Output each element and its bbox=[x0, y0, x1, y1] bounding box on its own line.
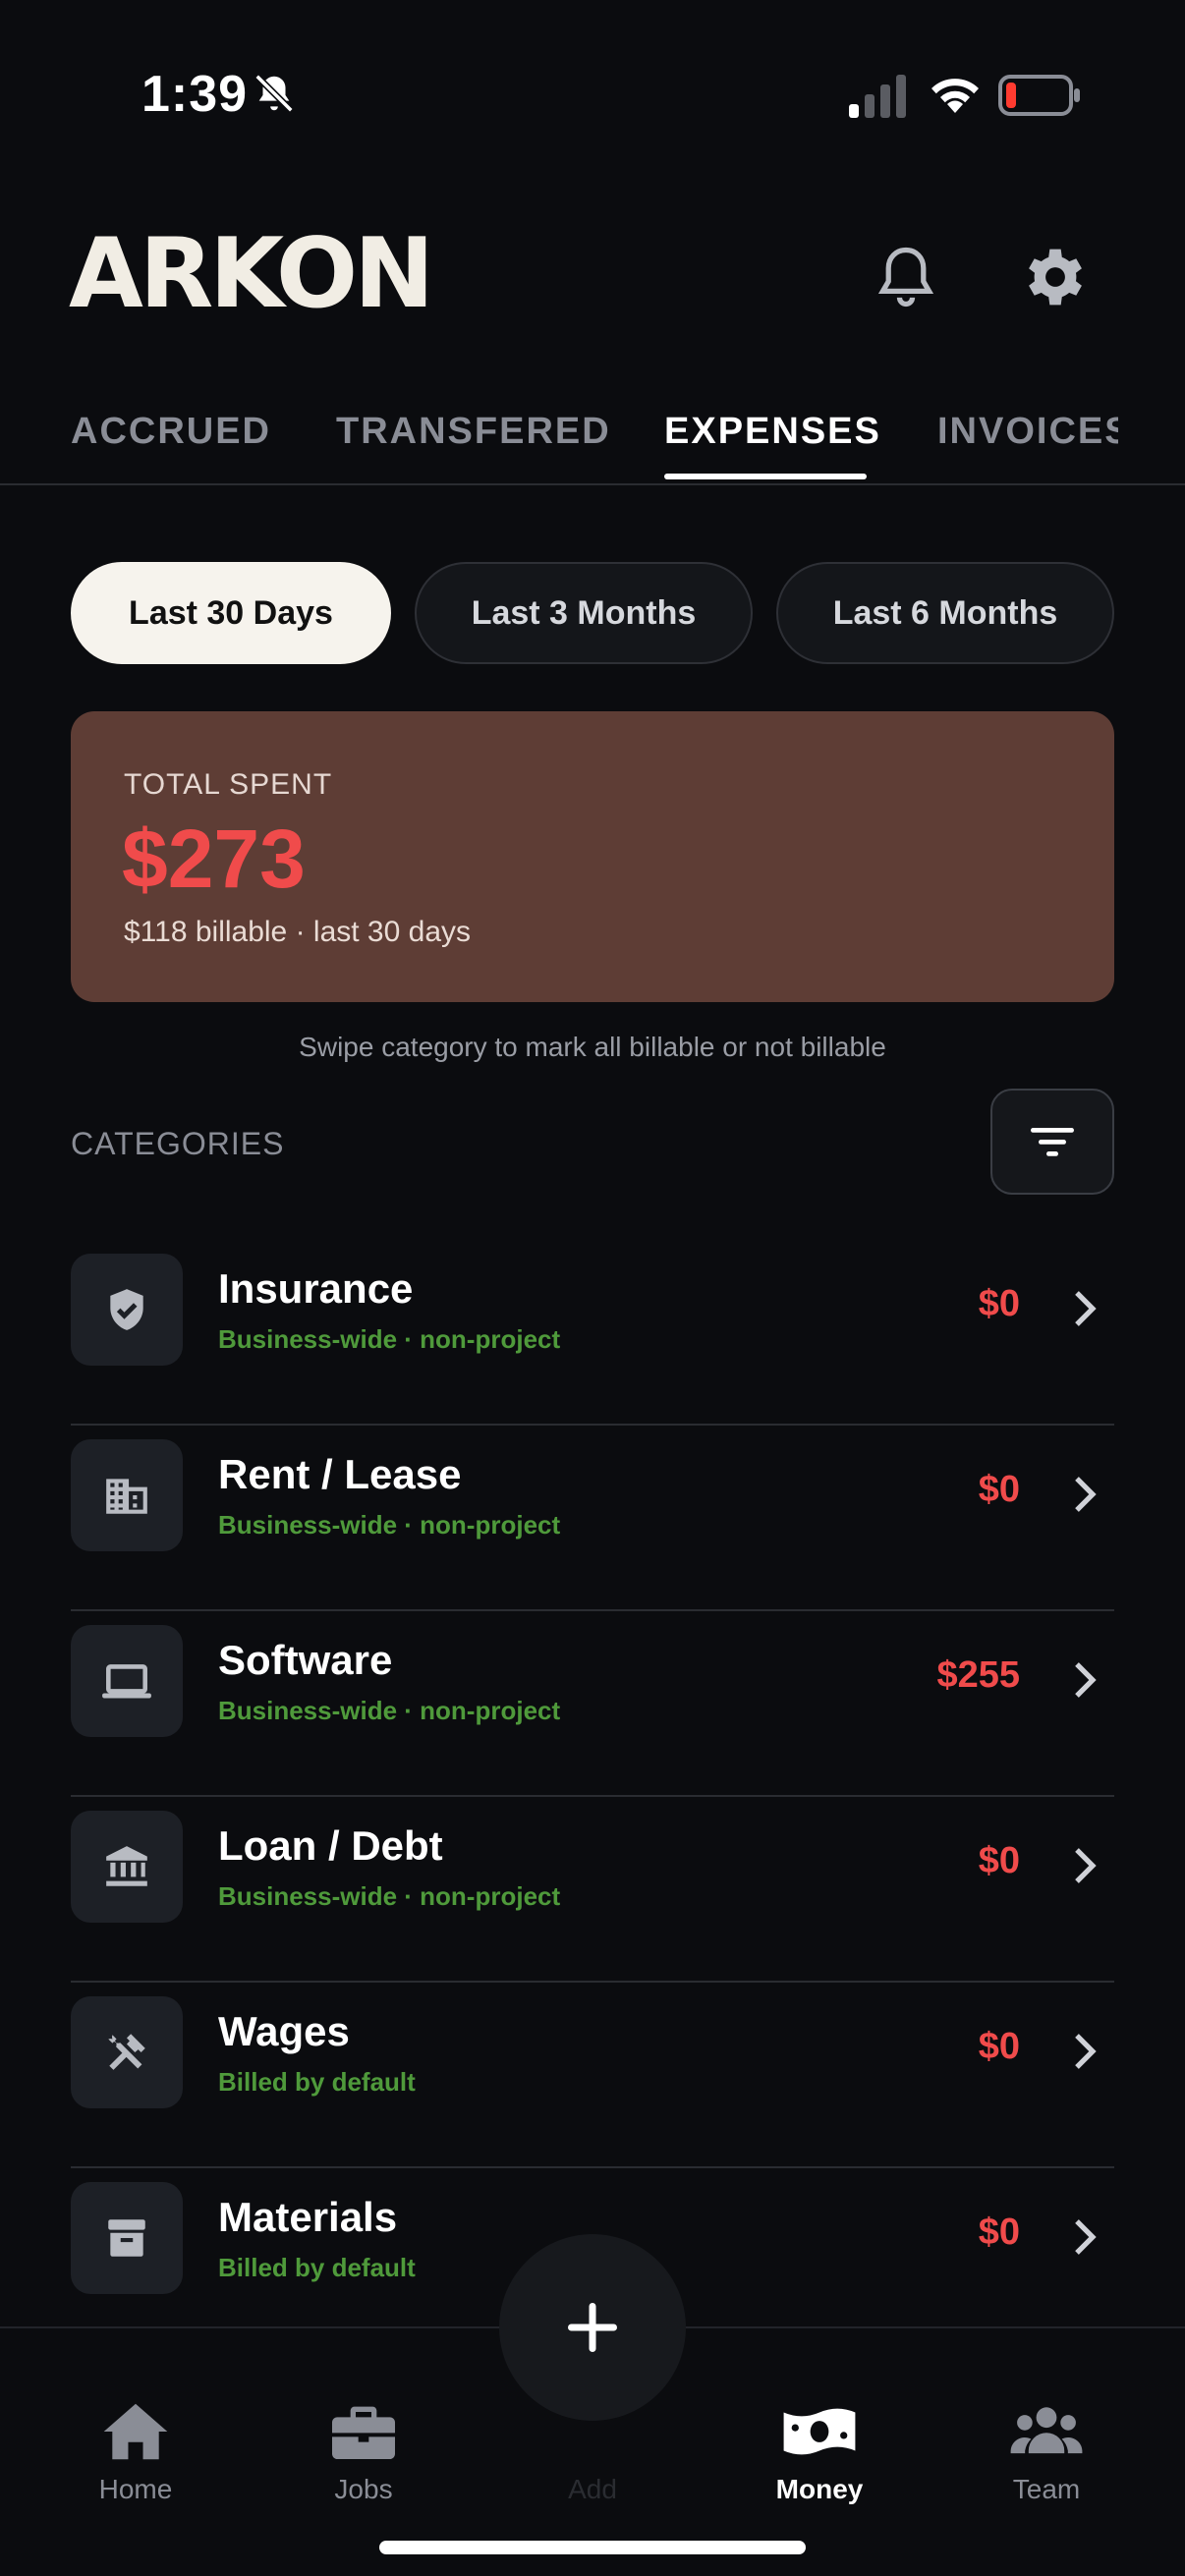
tab-transfered[interactable]: TRANSFERED bbox=[336, 411, 611, 453]
category-subtitle: Billed by default bbox=[218, 2253, 416, 2282]
plus-icon bbox=[568, 2303, 617, 2352]
total-spent-amount: $273 bbox=[122, 812, 306, 905]
chevron-right-icon bbox=[1075, 1291, 1097, 1326]
chevron-right-icon bbox=[1075, 1477, 1097, 1512]
period-last-3-months[interactable]: Last 3 Months bbox=[415, 562, 753, 664]
billable-summary: $118 billable · last 30 days bbox=[124, 916, 471, 948]
nav-money[interactable]: Money bbox=[741, 2401, 898, 2505]
category-name: Materials bbox=[218, 2194, 398, 2240]
category-amount: $0 bbox=[978, 2212, 1020, 2253]
app-logo: ARKON bbox=[69, 218, 434, 330]
team-icon bbox=[1010, 2407, 1083, 2454]
swipe-hint: Swipe category to mark all billable or n… bbox=[299, 1032, 886, 1062]
home-icon bbox=[103, 2403, 168, 2460]
nav-jobs[interactable]: Jobs bbox=[285, 2401, 442, 2505]
battery-low-icon bbox=[998, 75, 1080, 116]
wifi-icon bbox=[931, 79, 979, 113]
category-row-software[interactable]: Software Business-wide · non-project $25… bbox=[71, 1611, 1114, 1797]
chevron-right-icon bbox=[1075, 2034, 1097, 2069]
nav-home[interactable]: Home bbox=[57, 2401, 214, 2505]
home-indicator bbox=[379, 2541, 806, 2554]
nav-team[interactable]: Team bbox=[968, 2401, 1125, 2505]
categories-heading: CATEGORIES bbox=[71, 1126, 285, 1161]
category-name: Rent / Lease bbox=[218, 1451, 462, 1497]
total-spent-card: TOTAL SPENT $273 $118 billable · last 30… bbox=[71, 711, 1114, 1002]
settings-gear-icon[interactable] bbox=[1022, 244, 1089, 310]
filter-button[interactable] bbox=[990, 1089, 1114, 1195]
archive-box-icon bbox=[108, 2219, 145, 2257]
tools-icon bbox=[108, 2034, 145, 2070]
category-subtitle: Business-wide · non-project bbox=[218, 1696, 561, 1725]
shield-check-icon bbox=[110, 1289, 143, 1330]
bell-muted-icon bbox=[254, 74, 294, 113]
category-amount: $255 bbox=[936, 1654, 1020, 1696]
category-amount: $0 bbox=[978, 1283, 1020, 1324]
cell-signal-icon bbox=[849, 75, 906, 118]
status-time: 1:39 bbox=[141, 66, 249, 123]
total-spent-label: TOTAL SPENT bbox=[124, 768, 333, 801]
chevron-right-icon bbox=[1075, 1662, 1097, 1698]
briefcase-icon bbox=[332, 2406, 395, 2459]
chevron-right-icon bbox=[1075, 1848, 1097, 1883]
category-subtitle: Business-wide · non-project bbox=[218, 1324, 561, 1354]
category-subtitle: Billed by default bbox=[218, 2067, 416, 2097]
period-last-6-months[interactable]: Last 6 Months bbox=[776, 562, 1114, 664]
category-row-insurance[interactable]: Insurance Business-wide · non-project $0 bbox=[71, 1240, 1114, 1426]
bank-icon bbox=[106, 1846, 147, 1886]
notifications-bell-icon[interactable] bbox=[875, 244, 937, 310]
category-name: Loan / Debt bbox=[218, 1822, 443, 1869]
category-row-rent-lease[interactable]: Rent / Lease Business-wide · non-project… bbox=[71, 1426, 1114, 1611]
category-row-loan-debt[interactable]: Loan / Debt Business-wide · non-project … bbox=[71, 1797, 1114, 1983]
tab-invoices[interactable]: INVOICES bbox=[937, 411, 1118, 453]
category-amount: $0 bbox=[978, 1469, 1020, 1510]
filter-icon bbox=[1031, 1128, 1074, 1156]
category-subtitle: Business-wide · non-project bbox=[218, 1510, 561, 1540]
category-subtitle: Business-wide · non-project bbox=[218, 1881, 561, 1911]
active-tab-indicator bbox=[664, 474, 867, 479]
add-button[interactable] bbox=[499, 2234, 686, 2421]
category-name: Wages bbox=[218, 2008, 350, 2054]
category-amount: $0 bbox=[978, 2026, 1020, 2067]
category-name: Insurance bbox=[218, 1265, 414, 1312]
period-last-30-days[interactable]: Last 30 Days bbox=[71, 562, 391, 664]
category-row-wages[interactable]: Wages Billed by default $0 bbox=[71, 1983, 1114, 2168]
chevron-right-icon bbox=[1075, 2219, 1097, 2255]
tab-expenses[interactable]: EXPENSES bbox=[664, 411, 881, 453]
building-icon bbox=[106, 1479, 147, 1514]
money-tabs: ACCRUED TRANSFERED EXPENSES INVOICES bbox=[0, 403, 1185, 485]
category-amount: $0 bbox=[978, 1840, 1020, 1881]
category-name: Software bbox=[218, 1637, 393, 1683]
laptop-icon bbox=[102, 1664, 151, 1699]
money-icon bbox=[783, 2408, 856, 2455]
tab-accrued[interactable]: ACCRUED bbox=[71, 411, 271, 453]
